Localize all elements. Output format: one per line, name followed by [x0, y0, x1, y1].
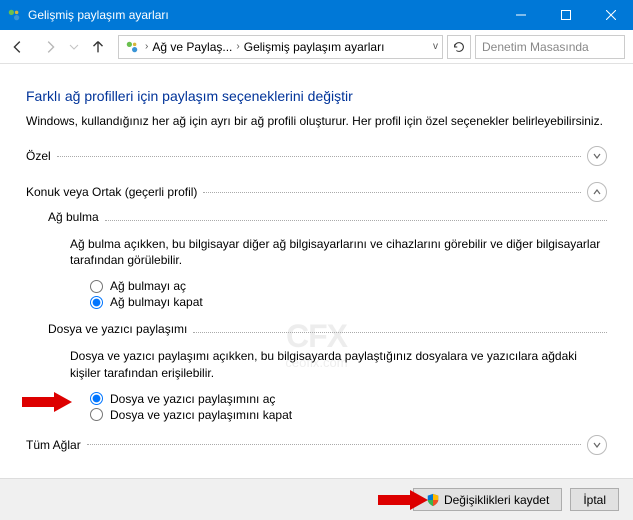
title-bar: Gelişmiş paylaşım ayarları [0, 0, 633, 30]
expander-label: Özel [26, 149, 51, 163]
app-icon [0, 8, 28, 22]
window-title: Gelişmiş paylaşım ayarları [28, 8, 498, 22]
chevron-up-icon [587, 182, 607, 202]
network-discovery-desc: Ağ bulma açıkken, bu bilgisayar diğer ağ… [70, 236, 607, 268]
expander-private[interactable]: Özel [26, 144, 607, 168]
footer: Değişiklikleri kaydet İptal [0, 478, 633, 520]
radio-file-printer-off[interactable]: Dosya ve yazıcı paylaşımını kapat [90, 407, 607, 423]
search-input[interactable]: Denetim Masasında [475, 35, 625, 59]
forward-button[interactable] [34, 32, 66, 62]
search-placeholder: Denetim Masasında [482, 40, 589, 54]
toolbar: › Ağ ve Paylaş... › Gelişmiş paylaşım ay… [0, 30, 633, 64]
chevron-down-icon [587, 146, 607, 166]
expander-guest[interactable]: Konuk veya Ortak (geçerli profil) [26, 180, 607, 204]
file-printer-desc: Dosya ve yazıcı paylaşımı açıkken, bu bi… [70, 348, 607, 380]
breadcrumb-part-network[interactable]: Ağ ve Paylaş... [152, 40, 232, 54]
window-controls [498, 0, 633, 30]
breadcrumb-part-advanced[interactable]: Gelişmiş paylaşım ayarları [244, 40, 385, 54]
chevron-right-icon: › [232, 41, 243, 52]
close-button[interactable] [588, 0, 633, 30]
expander-label: Konuk veya Ortak (geçerli profil) [26, 185, 197, 199]
cancel-button[interactable]: İptal [570, 488, 619, 511]
breadcrumb-icon [123, 40, 141, 54]
radio-file-printer-on[interactable]: Dosya ve yazıcı paylaşımını aç [90, 391, 607, 407]
save-button[interactable]: Değişiklikleri kaydet [413, 488, 562, 511]
chevron-down-icon [587, 435, 607, 455]
expander-all-networks[interactable]: Tüm Ağlar [26, 433, 607, 457]
radio-network-discovery-off[interactable]: Ağ bulmayı kapat [90, 294, 607, 310]
page-subtitle: Windows, kullandığınız her ağ için ayrı … [26, 114, 607, 128]
page-title: Farklı ağ profilleri için paylaşım seçen… [26, 88, 607, 104]
minimize-button[interactable] [498, 0, 543, 30]
group-file-printer-sharing: Dosya ve yazıcı paylaşımı [48, 322, 187, 336]
breadcrumb[interactable]: › Ağ ve Paylaş... › Gelişmiş paylaşım ay… [118, 35, 443, 59]
chevron-down-icon[interactable]: v [433, 41, 438, 52]
expander-label: Tüm Ağlar [26, 438, 81, 452]
recent-button[interactable] [66, 32, 82, 62]
up-button[interactable] [82, 32, 114, 62]
back-button[interactable] [2, 32, 34, 62]
radio-network-discovery-on[interactable]: Ağ bulmayı aç [90, 278, 607, 294]
chevron-right-icon: › [141, 41, 152, 52]
shield-icon [426, 493, 440, 507]
maximize-button[interactable] [543, 0, 588, 30]
refresh-button[interactable] [447, 35, 471, 59]
group-network-discovery: Ağ bulma [48, 210, 99, 224]
